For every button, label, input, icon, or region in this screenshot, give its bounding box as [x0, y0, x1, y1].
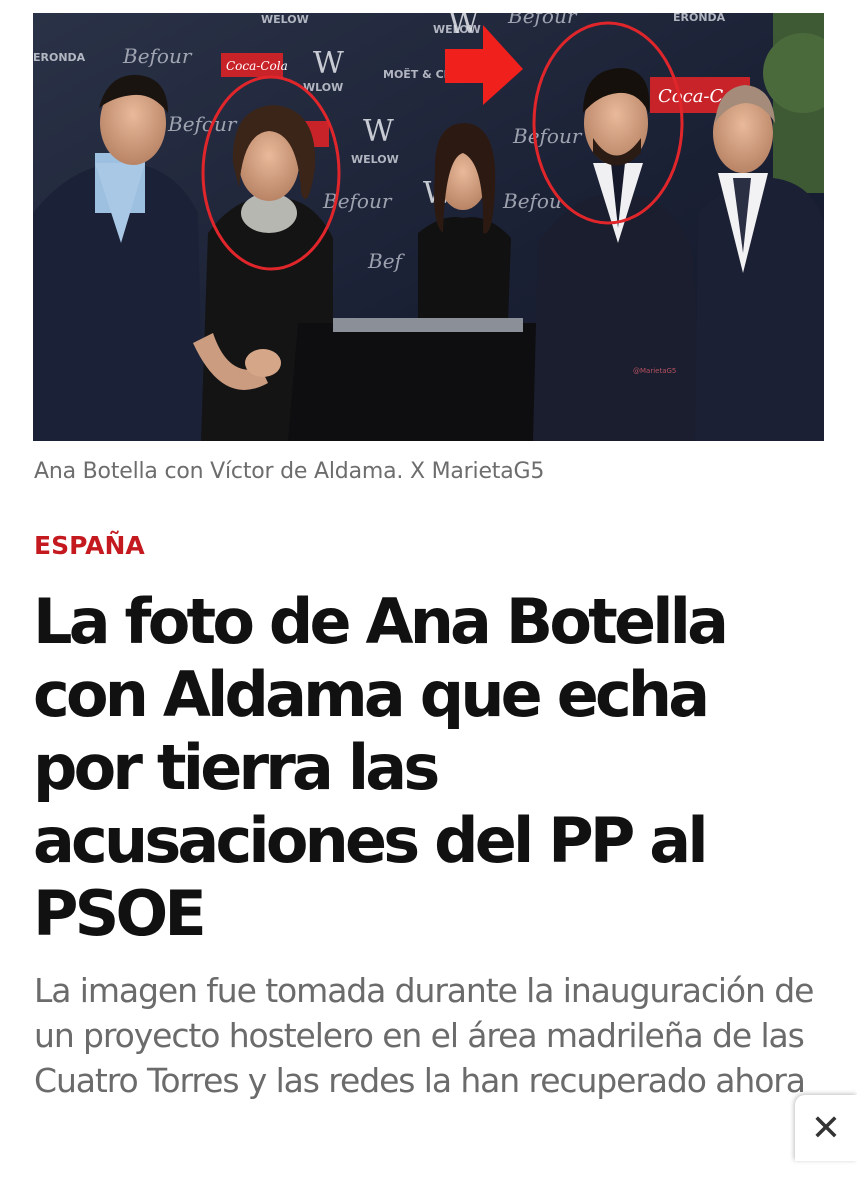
bottom-overlay-bar — [0, 1155, 857, 1200]
svg-text:Befour: Befour — [512, 124, 583, 148]
close-button[interactable]: ✕ — [795, 1095, 857, 1161]
svg-text:Befour: Befour — [167, 112, 238, 136]
svg-text:Befour: Befour — [122, 44, 193, 68]
svg-text:WELOW: WELOW — [261, 13, 309, 26]
svg-text:Bef: Bef — [367, 249, 406, 273]
close-icon: ✕ — [810, 1107, 842, 1149]
svg-text:Befou: Befou — [502, 189, 562, 213]
svg-text:W: W — [448, 13, 479, 41]
svg-text:Befour: Befour — [507, 13, 578, 28]
svg-text:ERONDA: ERONDA — [673, 13, 726, 24]
svg-text:W: W — [313, 46, 344, 81]
photo-scene: Befour Befour Befour Befour Befour Bef B… — [33, 13, 824, 441]
article-photo[interactable]: Befour Befour Befour Befour Befour Bef B… — [33, 13, 824, 441]
svg-text:Coca-Cola: Coca-Cola — [226, 59, 288, 73]
section-label[interactable]: ESPAÑA — [34, 528, 145, 564]
photo-caption: Ana Botella con Víctor de Aldama. X Mari… — [34, 459, 545, 484]
svg-text:WELOW: WELOW — [351, 153, 399, 166]
svg-text:@MarietaG5: @MarietaG5 — [633, 367, 676, 375]
svg-text:W: W — [363, 114, 394, 149]
article-subheadline: La imagen fue tomada durante la inaugura… — [34, 971, 814, 1100]
svg-text:ERONDA: ERONDA — [33, 51, 86, 64]
article-headline[interactable]: La foto de Ana Botella con Aldama que ec… — [33, 585, 823, 950]
